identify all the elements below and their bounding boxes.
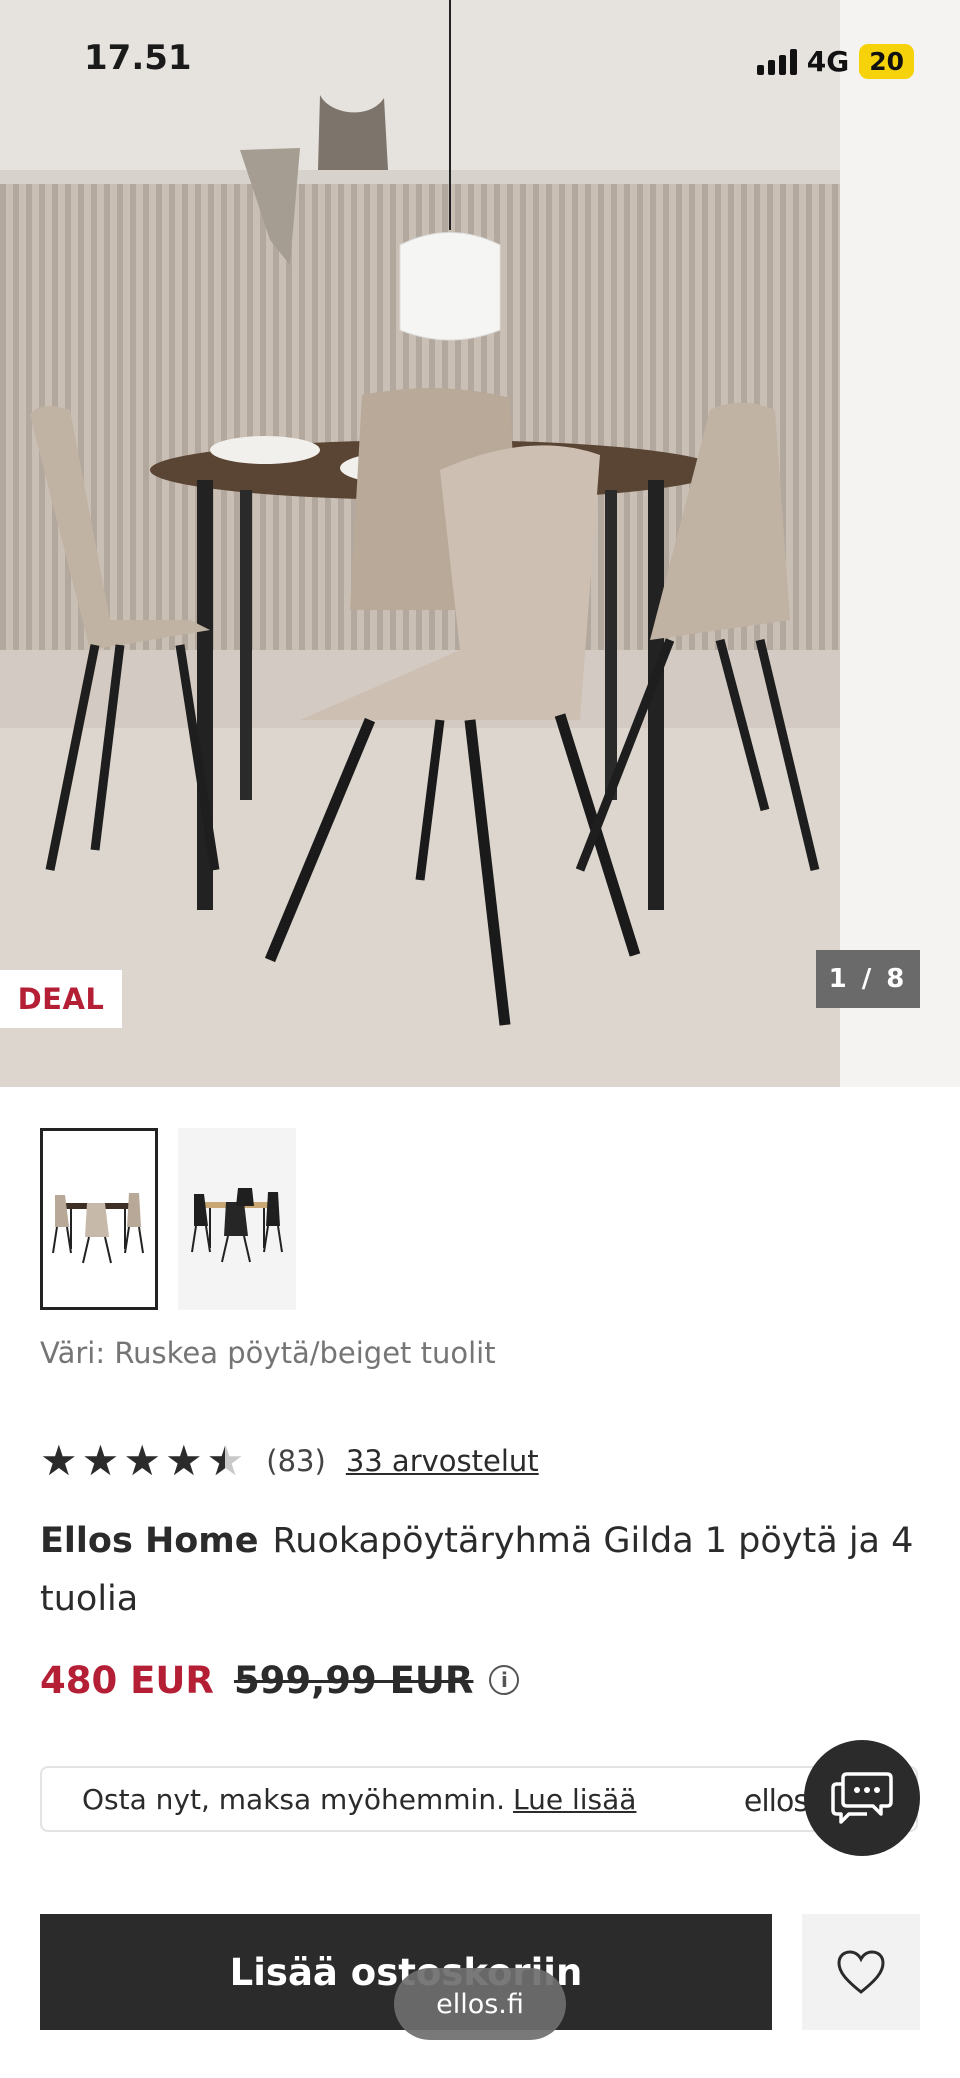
next-image-peek [840, 0, 960, 1087]
thumbnail-beige-chairs[interactable] [40, 1128, 158, 1310]
rating-row: ★ ★ ★ ★ ★ (83) 33 arvostelut [40, 1437, 539, 1485]
original-price: 599,99 EUR [233, 1658, 474, 1702]
read-more-link[interactable]: Lue lisää [513, 1783, 636, 1816]
brand-name: Ellos Home [40, 1521, 259, 1561]
status-indicators: 4G 20 [756, 44, 914, 79]
wishlist-button[interactable] [802, 1914, 920, 2030]
info-icon[interactable]: i [489, 1665, 520, 1695]
heart-icon [837, 1950, 885, 1994]
thumbnail-black-chairs[interactable] [178, 1128, 296, 1310]
chat-button[interactable] [804, 1740, 920, 1856]
product-photo [0, 0, 840, 1087]
star-half-icon: ★ [207, 1440, 245, 1483]
ellos-logo: ellos [743, 1784, 809, 1819]
sale-price: 480 EUR [40, 1658, 214, 1702]
reviews-link[interactable]: 33 arvostelut [346, 1444, 539, 1478]
browser-url-pill[interactable]: ellos.fi [394, 1968, 566, 2040]
rating-stars: ★ ★ ★ ★ ★ [40, 1436, 245, 1485]
battery-icon: 20 [859, 44, 914, 79]
deal-badge: DEAL [0, 970, 122, 1028]
star-icon: ★ [81, 1436, 120, 1485]
chat-icon [831, 1772, 893, 1824]
product-image-carousel[interactable]: 17.51 4G 20 DEAL 1 / 8 [0, 0, 960, 1087]
price-row: 480 EUR 599,99 EUR i [40, 1652, 520, 1708]
star-icon: ★ [40, 1436, 78, 1485]
pay-later-text: Osta nyt, maksa myöhemmin. [82, 1782, 505, 1816]
star-icon: ★ [164, 1436, 203, 1485]
star-icon: ★ [123, 1436, 161, 1485]
network-label: 4G [806, 45, 850, 78]
signal-icon [756, 48, 797, 75]
thumbnail-strip [40, 1128, 296, 1310]
product-title: Ellos Home Ruokapöytäryhmä Gilda 1 pöytä … [40, 1512, 930, 1628]
pay-later-banner: Osta nyt, maksa myöhemmin. Lue lisää ell… [40, 1766, 918, 1832]
rating-count: (83) [266, 1444, 326, 1478]
status-time: 17.51 [84, 38, 192, 78]
selected-color-label: Väri: Ruskea pöytä/beiget tuolit [40, 1336, 496, 1370]
image-counter: 1 / 8 [816, 950, 920, 1008]
